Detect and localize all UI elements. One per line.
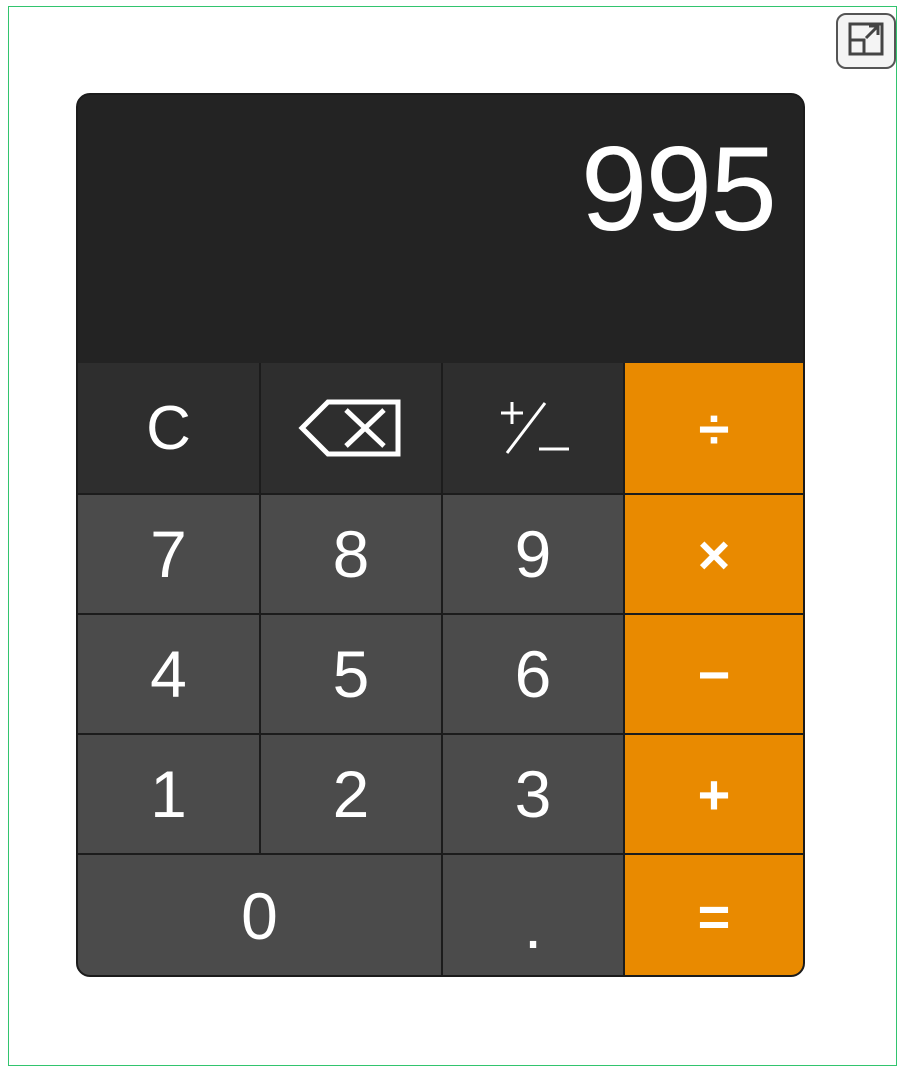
digit-2-button[interactable]: 2	[261, 735, 443, 855]
digit-0-button[interactable]: 0	[78, 855, 443, 975]
multiply-button[interactable]: ×	[625, 495, 803, 615]
subtract-button[interactable]: −	[625, 615, 803, 735]
digit-4-button[interactable]: 4	[78, 615, 261, 735]
expand-button[interactable]	[836, 13, 896, 69]
clear-button[interactable]: C	[78, 363, 261, 495]
digit-9-button[interactable]: 9	[443, 495, 625, 615]
decimal-button[interactable]: .	[443, 855, 625, 975]
display-value: 995	[580, 122, 777, 256]
add-button[interactable]: +	[625, 735, 803, 855]
backspace-icon	[298, 396, 404, 460]
plus-minus-icon	[493, 393, 573, 463]
equals-button[interactable]: =	[625, 855, 803, 975]
calculator-display: 995	[78, 95, 803, 363]
digit-3-button[interactable]: 3	[443, 735, 625, 855]
digit-1-button[interactable]: 1	[78, 735, 261, 855]
backspace-button[interactable]	[261, 363, 443, 495]
digit-6-button[interactable]: 6	[443, 615, 625, 735]
digit-8-button[interactable]: 8	[261, 495, 443, 615]
expand-icon	[846, 20, 886, 63]
keypad: C ÷ 7 8 9 × 4 5 6 − 1 2 3 + 0 . =	[78, 363, 803, 975]
divide-button[interactable]: ÷	[625, 363, 803, 495]
digit-5-button[interactable]: 5	[261, 615, 443, 735]
calculator: 995 C ÷ 7 8 9 × 4 5 6 − 1 2 3 + 0 . =	[76, 93, 805, 977]
digit-7-button[interactable]: 7	[78, 495, 261, 615]
toggle-sign-button[interactable]	[443, 363, 625, 495]
